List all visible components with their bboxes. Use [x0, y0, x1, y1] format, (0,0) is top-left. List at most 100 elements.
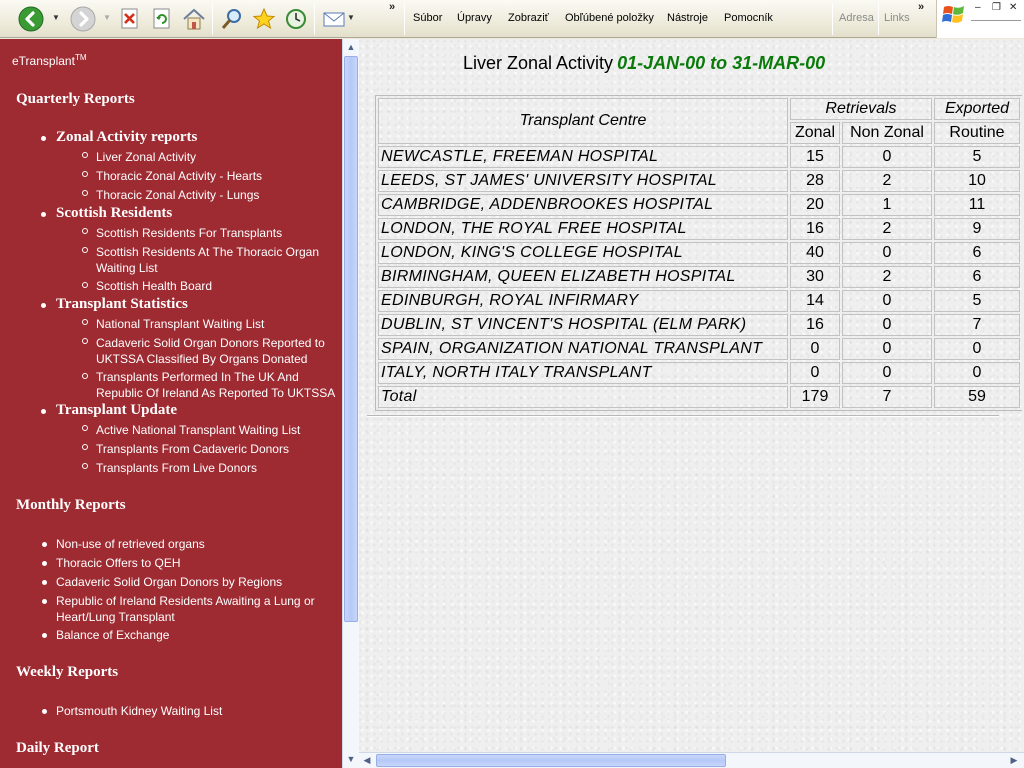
- brand-title: eTransplantTM: [12, 53, 87, 68]
- bullet-icon: [42, 599, 47, 604]
- content-horizontal-scrollbar[interactable]: ◀ ▶: [359, 752, 1024, 768]
- circle-bullet-icon: [82, 171, 88, 177]
- zonal-activity-heading: Zonal Activity reports: [56, 129, 198, 145]
- history-icon: [286, 9, 306, 29]
- menu-help[interactable]: Pomocník: [724, 12, 773, 24]
- link-portsmouth-kidney[interactable]: Portsmouth Kidney Waiting List: [56, 703, 222, 719]
- bullet-icon: [41, 212, 46, 217]
- mail-dropdown-icon[interactable]: ▼: [347, 13, 355, 22]
- links-chevron-icon[interactable]: »: [918, 1, 924, 13]
- link-scottish-health-board[interactable]: Scottish Health Board: [96, 278, 212, 294]
- link-thoracic-hearts[interactable]: Thoracic Zonal Activity - Hearts: [96, 168, 262, 184]
- back-dropdown-icon[interactable]: ▼: [52, 13, 60, 22]
- link-scottish-residents-thoracic[interactable]: Scottish Residents At The Thoracic Organ…: [96, 244, 336, 276]
- navigation-scroll-thumb[interactable]: [344, 56, 358, 622]
- monthly-reports-heading: Monthly Reports: [16, 497, 126, 513]
- close-icon[interactable]: ✕: [1009, 2, 1017, 13]
- link-cadaveric-donors-uktssa[interactable]: Cadaveric Solid Organ Donors Reported to…: [96, 335, 336, 367]
- weekly-reports-heading: Weekly Reports: [16, 664, 119, 680]
- cell-non-zonal: 0: [842, 242, 932, 264]
- circle-bullet-icon: [82, 444, 88, 450]
- table-row: LONDON, KING'S COLLEGE HOSPITAL 40 0 6: [378, 242, 1020, 264]
- bullet-icon: [41, 136, 46, 141]
- favorites-button[interactable]: [250, 4, 278, 34]
- bullet-icon: [41, 409, 46, 414]
- bullet-icon: [42, 580, 47, 585]
- toolbar-separator: [212, 3, 213, 35]
- content-frame: Liver Zonal Activity 01-JAN-00 to 31-MAR-…: [359, 39, 1024, 752]
- header-zonal: Zonal: [790, 122, 840, 144]
- table-row: LONDON, THE ROYAL FREE HOSPITAL 16 2 9: [378, 218, 1020, 240]
- cell-non-zonal: 0: [842, 146, 932, 168]
- cell-total-routine: 59: [934, 386, 1020, 408]
- home-button[interactable]: [180, 4, 208, 34]
- link-ireland-lung-residents[interactable]: Republic of Ireland Residents Awaiting a…: [56, 593, 336, 625]
- circle-bullet-icon: [82, 282, 88, 288]
- stop-button[interactable]: [118, 4, 142, 34]
- windows-logo-icon: [942, 6, 964, 23]
- link-thoracic-offers-qeh[interactable]: Thoracic Offers to QEH: [56, 555, 180, 571]
- link-active-waiting-list[interactable]: Active National Transplant Waiting List: [96, 422, 300, 438]
- link-balance-of-exchange[interactable]: Balance of Exchange: [56, 627, 169, 643]
- menu-file[interactable]: Súbor: [413, 12, 442, 24]
- menu-favorites[interactable]: Obľúbené položky: [565, 12, 654, 24]
- toolbar-chevron-icon[interactable]: »: [389, 1, 395, 13]
- mail-button[interactable]: [320, 4, 348, 34]
- circle-bullet-icon: [82, 373, 88, 379]
- cell-centre: LEEDS, ST JAMES' UNIVERSITY HOSPITAL: [378, 170, 788, 192]
- menu-view[interactable]: Zobraziť: [508, 12, 549, 24]
- horizontal-rule: [367, 415, 999, 417]
- menu-tools[interactable]: Nástroje: [667, 12, 708, 24]
- cell-non-zonal: 0: [842, 338, 932, 360]
- zonal-activity-table: Transplant Centre Retrievals Exported Zo…: [375, 95, 1022, 411]
- toolbar-separator: [314, 3, 315, 35]
- content-scroll-thumb[interactable]: [376, 754, 726, 767]
- link-national-waiting-list[interactable]: National Transplant Waiting List: [96, 316, 264, 332]
- link-non-use-retrieved-organs[interactable]: Non-use of retrieved organs: [56, 536, 205, 552]
- cell-zonal: 15: [790, 146, 840, 168]
- search-button[interactable]: [218, 4, 246, 34]
- link-thoracic-lungs[interactable]: Thoracic Zonal Activity - Lungs: [96, 187, 259, 203]
- link-cadaveric-donor-transplants[interactable]: Transplants From Cadaveric Donors: [96, 441, 289, 457]
- circle-bullet-icon: [82, 319, 88, 325]
- forward-dropdown-icon[interactable]: ▼: [103, 13, 111, 22]
- table-row: CAMBRIDGE, ADDENBROOKES HOSPITAL 20 1 11: [378, 194, 1020, 216]
- scroll-up-icon[interactable]: ▲: [344, 40, 358, 54]
- cell-routine: 0: [934, 338, 1020, 360]
- scroll-down-icon[interactable]: ▼: [344, 752, 358, 766]
- link-live-donor-transplants[interactable]: Transplants From Live Donors: [96, 460, 257, 476]
- scottish-residents-heading: Scottish Residents: [56, 205, 173, 221]
- home-icon: [183, 8, 205, 30]
- link-scottish-residents-transplants[interactable]: Scottish Residents For Transplants: [96, 225, 282, 241]
- cell-zonal: 16: [790, 314, 840, 336]
- table-body: NEWCASTLE, FREEMAN HOSPITAL 15 0 5 LEEDS, ST…: [378, 146, 1020, 408]
- search-icon: [221, 9, 241, 29]
- circle-bullet-icon: [82, 190, 88, 196]
- table-row: NEWCASTLE, FREEMAN HOSPITAL 15 0 5: [378, 146, 1020, 168]
- mail-icon: [323, 12, 345, 27]
- scroll-left-icon[interactable]: ◀: [360, 753, 374, 767]
- scroll-right-icon[interactable]: ▶: [1007, 753, 1021, 767]
- toolbar-separator: [404, 3, 405, 35]
- table-row: EDINBURGH, ROYAL INFIRMARY 14 0 5: [378, 290, 1020, 312]
- back-button[interactable]: [16, 4, 46, 34]
- forward-button[interactable]: [68, 4, 98, 34]
- cell-centre: ITALY, NORTH ITALY TRANSPLANT: [378, 362, 788, 384]
- history-button[interactable]: [282, 4, 310, 34]
- cell-non-zonal: 2: [842, 170, 932, 192]
- cell-non-zonal: 0: [842, 314, 932, 336]
- link-cadaveric-donors-regions[interactable]: Cadaveric Solid Organ Donors by Regions: [56, 574, 282, 590]
- address-label[interactable]: Adresa: [839, 12, 874, 24]
- link-liver-zonal-activity[interactable]: Liver Zonal Activity: [96, 149, 196, 165]
- refresh-button[interactable]: [150, 4, 174, 34]
- menu-edit[interactable]: Úpravy: [457, 12, 492, 24]
- refresh-icon: [153, 8, 170, 29]
- links-label[interactable]: Links: [884, 12, 910, 24]
- daily-report-heading: Daily Report: [16, 740, 99, 756]
- cell-total-label: Total: [378, 386, 788, 408]
- navigation-scrollbar[interactable]: ▲ ▼: [342, 39, 359, 768]
- restore-icon[interactable]: ❐: [992, 2, 1001, 13]
- link-transplants-performed-uk[interactable]: Transplants Performed In The UK And Repu…: [96, 369, 342, 401]
- bullet-icon: [41, 303, 46, 308]
- minimize-icon[interactable]: –: [975, 2, 981, 13]
